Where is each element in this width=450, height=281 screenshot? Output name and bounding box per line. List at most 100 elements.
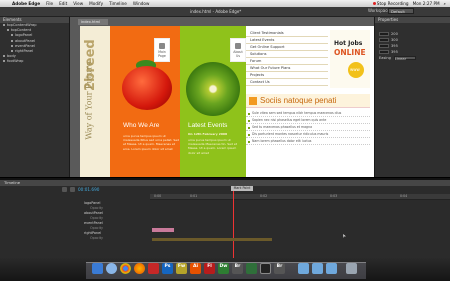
timeline-controls: 00:01.690 xyxy=(62,187,99,192)
nav-about-us[interactable]: About Us xyxy=(230,38,246,62)
flash-icon[interactable]: Fl xyxy=(204,263,215,274)
dreamweaver-icon[interactable]: Dw xyxy=(218,263,229,274)
logo-panel[interactable]: Main Page Who We Are urna purus tempus i… xyxy=(110,26,180,177)
timeline-subrow[interactable]: Opacity xyxy=(80,236,150,241)
edge-app-icon[interactable] xyxy=(246,263,257,274)
eye-icon[interactable] xyxy=(11,34,13,37)
folder-icon[interactable] xyxy=(326,263,337,274)
app-titlebar: index.html - Adobe Edge* Workspace: Defa… xyxy=(0,7,450,17)
illustrator-icon[interactable]: Ai xyxy=(190,263,201,274)
menu-edit[interactable]: Edit xyxy=(56,1,70,6)
stage[interactable]: 2breed Way of Your Future Main Page Who … xyxy=(80,26,374,177)
www-badge: www xyxy=(348,62,364,78)
eye-icon[interactable] xyxy=(11,49,13,52)
rewind-button[interactable] xyxy=(62,187,67,192)
menu-window[interactable]: Window xyxy=(130,1,153,6)
info-icon xyxy=(235,43,241,49)
document-title: index.html - Adobe Edge* xyxy=(190,9,242,14)
ruler-tick: 0:03 xyxy=(330,194,338,198)
clock[interactable]: Mon 2:27 PM xyxy=(413,1,440,6)
sociis-heading: Sociis natoque penati xyxy=(260,96,337,105)
timeline-panel: Timeline 00:01.690 0:00 0:01 0:02 0:03 0… xyxy=(0,178,450,260)
current-time[interactable]: 00:01.690 xyxy=(78,187,99,192)
timeline-layers: logoPanel Opacity aboutPanel Opacity eve… xyxy=(80,201,150,241)
kiwi-image xyxy=(186,62,240,116)
eye-icon[interactable] xyxy=(3,24,5,26)
menu-timeline[interactable]: Timeline xyxy=(106,1,130,6)
who-we-are-body: urna purus tempus ipsum ut malesuada Rit… xyxy=(123,134,179,151)
keyframe-bar[interactable] xyxy=(152,228,174,232)
ruler-tick: 0:02 xyxy=(260,194,268,198)
finder-icon[interactable] xyxy=(92,263,103,274)
site-menu-item[interactable]: Latest Events xyxy=(246,37,328,44)
timeline-ruler[interactable]: 0:00 0:01 0:02 0:03 0:04 xyxy=(150,194,450,200)
folder-icon[interactable] xyxy=(312,263,323,274)
eye-icon[interactable] xyxy=(3,55,5,58)
vertical-tagline: Way of Your Future xyxy=(84,61,94,140)
play-button[interactable] xyxy=(70,187,75,192)
site-menu-item[interactable]: What Our Future Plans xyxy=(246,65,328,72)
menu-modify[interactable]: Modify xyxy=(86,1,106,6)
terminal-icon[interactable] xyxy=(260,263,271,274)
site-menu-item[interactable]: Contact Us xyxy=(246,79,328,86)
playhead[interactable] xyxy=(233,187,234,260)
folder-icon[interactable] xyxy=(298,263,309,274)
latest-events-title: Latest Events xyxy=(188,122,228,129)
file-tab[interactable]: index.html xyxy=(78,19,108,25)
photoshop-icon[interactable]: Ps xyxy=(162,263,173,274)
firefox-icon[interactable] xyxy=(134,263,145,274)
ad-line1: Hot Jobs xyxy=(334,40,363,47)
bridge-icon[interactable]: Br xyxy=(232,263,243,274)
site-menu-item[interactable]: Projects xyxy=(246,72,328,79)
tagline-strip: 2breed Way of Your Future xyxy=(80,26,110,177)
chrome-icon[interactable] xyxy=(120,263,131,274)
bridge-icon[interactable]: Br xyxy=(274,263,285,274)
safari-icon[interactable] xyxy=(106,263,117,274)
property-w-field[interactable] xyxy=(379,44,389,48)
fireworks-icon[interactable]: Fw xyxy=(176,263,187,274)
workspace-select[interactable]: Default xyxy=(388,8,414,14)
site-menu-item[interactable]: Get Online Support xyxy=(246,44,328,51)
keyframe-bar[interactable] xyxy=(152,238,272,241)
list-item: Nam lorem phasellus dolor elit luctus xyxy=(246,138,370,145)
property-y-field[interactable] xyxy=(379,38,389,42)
timeline-title: Timeline xyxy=(0,180,450,186)
tree-item[interactable]: footWrap xyxy=(0,59,69,64)
easing-select[interactable]: Linear xyxy=(393,55,416,61)
site-menu-item[interactable]: Solutions xyxy=(246,51,328,58)
list-item: Sule vitea sem sed tempus nibh tempus ma… xyxy=(246,110,370,117)
site-menu-item[interactable]: Client Testimonials xyxy=(246,30,328,37)
system-menubar: Adobe Edge File Edit View Modify Timelin… xyxy=(0,0,450,7)
ad-line2: ONLINE xyxy=(334,48,366,57)
adobe-icon[interactable] xyxy=(148,263,159,274)
record-icon xyxy=(372,2,376,5)
property-x-field[interactable] xyxy=(379,32,389,36)
who-we-are-title: Who We Are xyxy=(123,122,160,129)
site-menu-item[interactable]: Forum xyxy=(246,58,328,65)
trash-icon[interactable] xyxy=(346,263,357,274)
nav-main-page[interactable]: Main Page xyxy=(154,38,170,62)
about-panel[interactable]: About Us Latest Events On 12th February … xyxy=(180,26,246,177)
menu-app-name[interactable]: Adobe Edge xyxy=(9,1,43,6)
heading-square-icon xyxy=(249,97,257,105)
sociis-heading-bar: Sociis natoque penati xyxy=(246,94,370,108)
site-menu: Client Testimonials Latest Events Get On… xyxy=(246,30,328,86)
menu-file[interactable]: File xyxy=(43,1,56,6)
eye-icon[interactable] xyxy=(7,29,9,32)
marker-label[interactable]: Mark Point xyxy=(231,186,253,191)
eye-icon[interactable] xyxy=(3,60,5,63)
canvas-area: index.html 2breed Way of Your Future Mai… xyxy=(70,17,374,177)
home-icon xyxy=(159,43,165,49)
recording-indicator[interactable]: Stop Recording xyxy=(372,1,409,6)
ruler-tick: 0:00 xyxy=(154,194,162,198)
ruler-tick: 0:01 xyxy=(190,194,198,198)
hot-jobs-ad[interactable]: Hot Jobs ONLINE www xyxy=(330,30,370,88)
easing-row[interactable]: Easing Linear xyxy=(375,55,450,61)
bullet-list: Sule vitea sem sed tempus nibh tempus ma… xyxy=(246,110,370,145)
spotlight-icon[interactable]: ⌕ xyxy=(444,1,446,6)
menu-view[interactable]: View xyxy=(70,1,86,6)
eye-icon[interactable] xyxy=(11,44,13,47)
list-item: Sapien nec nisi phasellus eget lorem qui… xyxy=(246,117,370,124)
property-h-field[interactable] xyxy=(379,50,389,54)
eye-icon[interactable] xyxy=(11,39,13,42)
